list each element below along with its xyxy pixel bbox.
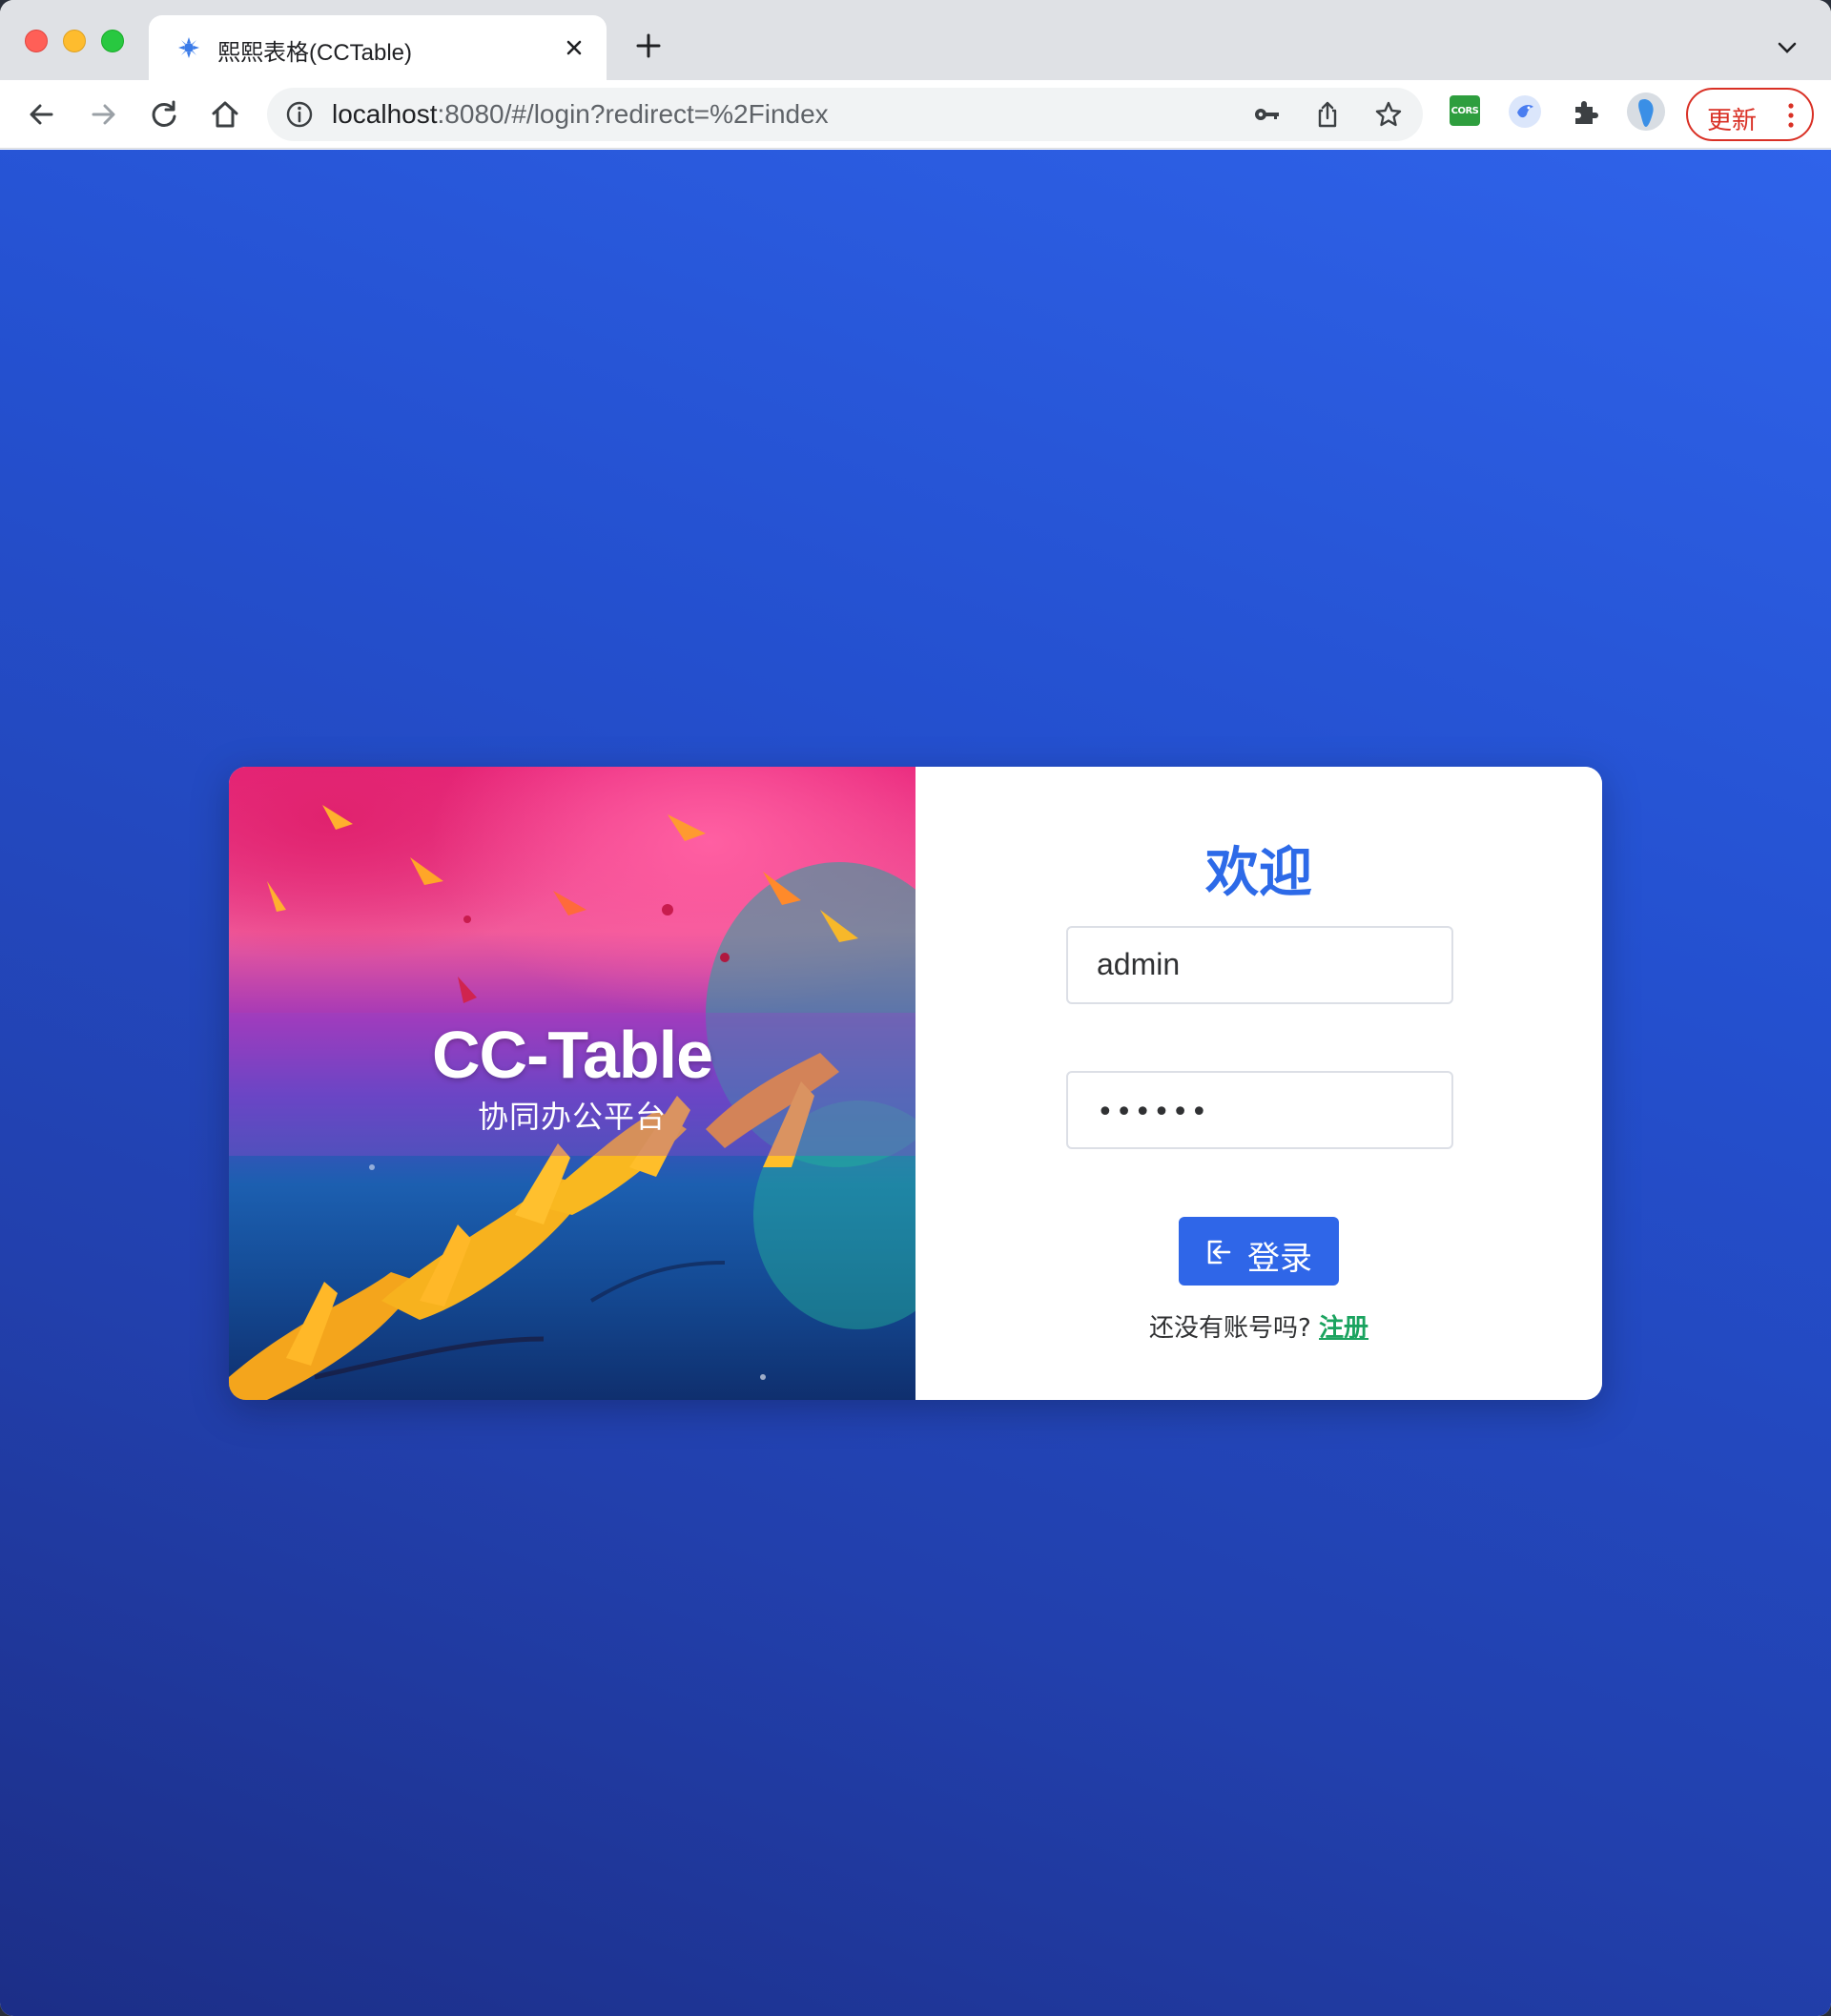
register-prompt: 还没有账号吗?	[1148, 1314, 1311, 1343]
update-button[interactable]: 更新	[1686, 88, 1814, 141]
login-page: CC-Table 协同办公平台 欢迎 admin •••••• 登录 还没有账号…	[0, 150, 1831, 2016]
close-window-button[interactable]	[25, 30, 48, 52]
username-input[interactable]: admin	[1066, 926, 1453, 1004]
browser-window: 熙熙表格(CCTable) localhost:8080/#/login?red…	[0, 0, 1831, 2016]
url-path: :8080/#/login?redirect=%2Findex	[437, 99, 829, 129]
reload-icon	[152, 100, 176, 127]
url-host: localhost	[332, 99, 438, 129]
welcome-heading: 欢迎	[1205, 842, 1312, 904]
forward-icon	[92, 104, 115, 125]
close-icon[interactable]	[561, 34, 587, 61]
profile-avatar-icon	[1627, 93, 1665, 131]
tab-strip: 熙熙表格(CCTable)	[0, 0, 1831, 80]
url-text: localhost:8080/#/login?redirect=%2Findex	[332, 99, 829, 130]
brand-artwork: CC-Table 协同办公平台	[229, 767, 916, 1400]
password-input[interactable]: ••••••	[1066, 1071, 1453, 1149]
login-card: CC-Table 协同办公平台 欢迎 admin •••••• 登录 还没有账号…	[229, 767, 1602, 1400]
brand-subtitle: 协同办公平台	[477, 1099, 667, 1135]
browser-tab[interactable]: 熙熙表格(CCTable)	[149, 15, 607, 80]
browser-toolbar: localhost:8080/#/login?redirect=%2Findex	[0, 80, 1831, 149]
brand-title: CC-Table	[431, 1018, 713, 1092]
bird-extension-icon[interactable]	[1509, 95, 1541, 128]
password-mask: ••••••	[1097, 1096, 1210, 1129]
login-label: 登录	[1247, 1240, 1312, 1278]
login-button[interactable]: 登录	[1179, 1217, 1339, 1286]
back-button[interactable]	[23, 95, 61, 134]
forward-button[interactable]	[84, 95, 122, 134]
username-value: admin	[1097, 947, 1181, 981]
minimize-window-button[interactable]	[63, 30, 86, 52]
address-bar[interactable]: localhost:8080/#/login?redirect=%2Findex	[267, 88, 1423, 141]
back-icon	[30, 104, 53, 125]
tab-title: 熙熙表格(CCTable)	[217, 40, 413, 66]
info-icon[interactable]	[284, 99, 315, 130]
puzzle-icon[interactable]	[1570, 95, 1602, 128]
share-icon[interactable]	[1312, 99, 1343, 130]
app-favicon-icon	[178, 37, 199, 58]
cors-extension-icon[interactable]: CORS	[1450, 95, 1480, 126]
update-label: 更新	[1707, 107, 1758, 135]
cors-extension-label: CORS	[1450, 105, 1479, 116]
reload-button[interactable]	[145, 95, 183, 134]
new-tab-icon[interactable]	[633, 31, 664, 61]
home-icon	[212, 101, 238, 128]
login-form: 欢迎 admin •••••• 登录 还没有账号吗? 注册	[916, 767, 1602, 1400]
kebab-menu-icon	[1788, 103, 1794, 128]
key-icon[interactable]	[1251, 99, 1282, 130]
maximize-window-button[interactable]	[101, 30, 124, 52]
profile-avatar[interactable]	[1627, 93, 1665, 131]
login-icon	[1207, 1240, 1231, 1265]
register-prompt-line: 还没有账号吗? 注册	[916, 1308, 1602, 1344]
home-button[interactable]	[206, 95, 244, 134]
register-link[interactable]: 注册	[1319, 1314, 1368, 1343]
star-icon[interactable]	[1373, 99, 1404, 130]
chevron-down-icon[interactable]	[1774, 34, 1800, 61]
